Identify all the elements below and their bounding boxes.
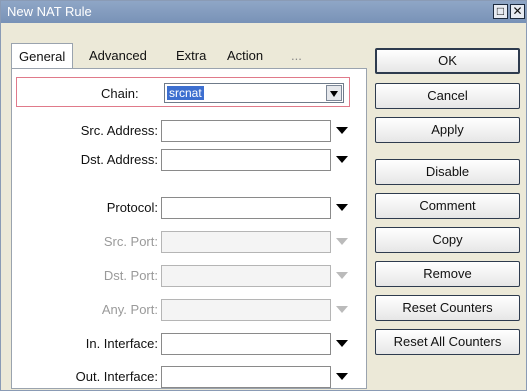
tab-more[interactable]: ... <box>291 45 302 67</box>
in-interface-input[interactable] <box>161 333 331 355</box>
chain-label: Chain: <box>101 86 139 101</box>
tab-advanced[interactable]: Advanced <box>89 45 147 67</box>
dst-port-label: Dst. Port: <box>103 268 158 283</box>
chevron-down-icon[interactable] <box>336 127 348 134</box>
window-title: New NAT Rule <box>7 4 92 19</box>
copy-button[interactable]: Copy <box>375 227 520 253</box>
chain-select[interactable]: srcnat <box>164 83 344 103</box>
src-address-input[interactable] <box>161 120 331 142</box>
title-bar[interactable]: New NAT Rule □ ✕ <box>1 1 526 23</box>
chevron-down-icon[interactable] <box>336 340 348 347</box>
nat-rule-window: New NAT Rule □ ✕ General Advanced Extra … <box>0 0 527 391</box>
apply-button[interactable]: Apply <box>375 117 520 143</box>
dst-address-label: Dst. Address: <box>80 152 158 167</box>
chevron-down-icon <box>336 238 348 245</box>
chevron-down-icon[interactable] <box>336 156 348 163</box>
protocol-row: Protocol: <box>12 196 368 220</box>
remove-button[interactable]: Remove <box>375 261 520 287</box>
out-interface-label: Out. Interface: <box>75 369 158 384</box>
src-address-row: Src. Address: <box>12 119 368 143</box>
chevron-down-icon <box>330 91 338 97</box>
src-port-input <box>161 231 331 253</box>
any-port-row: Any. Port: <box>12 298 368 322</box>
protocol-input[interactable] <box>161 197 331 219</box>
out-interface-row: Out. Interface: <box>12 365 368 389</box>
src-port-row: Src. Port: <box>12 230 368 254</box>
protocol-label: Protocol: <box>106 200 158 215</box>
dst-port-row: Dst. Port: <box>12 264 368 288</box>
reset-all-counters-button[interactable]: Reset All Counters <box>375 329 520 355</box>
chain-dropdown-button[interactable] <box>326 85 342 101</box>
in-interface-label: In. Interface: <box>85 336 158 351</box>
comment-button[interactable]: Comment <box>375 193 520 219</box>
cancel-button[interactable]: Cancel <box>375 83 520 109</box>
tab-action[interactable]: Action <box>227 45 263 67</box>
src-port-label: Src. Port: <box>103 234 158 249</box>
in-interface-row: In. Interface: <box>12 332 368 356</box>
tab-extra[interactable]: Extra <box>176 45 206 67</box>
out-interface-input[interactable] <box>161 366 331 388</box>
any-port-label: Any. Port: <box>101 302 158 317</box>
dst-port-input <box>161 265 331 287</box>
close-icon[interactable]: ✕ <box>510 4 525 19</box>
disable-button[interactable]: Disable <box>375 159 520 185</box>
chevron-down-icon[interactable] <box>336 204 348 211</box>
general-panel: Src. Address: Dst. Address: Protocol: Sr… <box>11 68 367 389</box>
reset-counters-button[interactable]: Reset Counters <box>375 295 520 321</box>
ok-button[interactable]: OK <box>375 48 520 74</box>
src-address-label: Src. Address: <box>80 123 158 138</box>
chevron-down-icon <box>336 306 348 313</box>
any-port-input <box>161 299 331 321</box>
dst-address-row: Dst. Address: <box>12 148 368 172</box>
chevron-down-icon[interactable] <box>336 373 348 380</box>
chain-value: srcnat <box>167 86 204 100</box>
restore-icon[interactable]: □ <box>493 4 508 19</box>
dst-address-input[interactable] <box>161 149 331 171</box>
chevron-down-icon <box>336 272 348 279</box>
tab-general[interactable]: General <box>11 43 74 68</box>
